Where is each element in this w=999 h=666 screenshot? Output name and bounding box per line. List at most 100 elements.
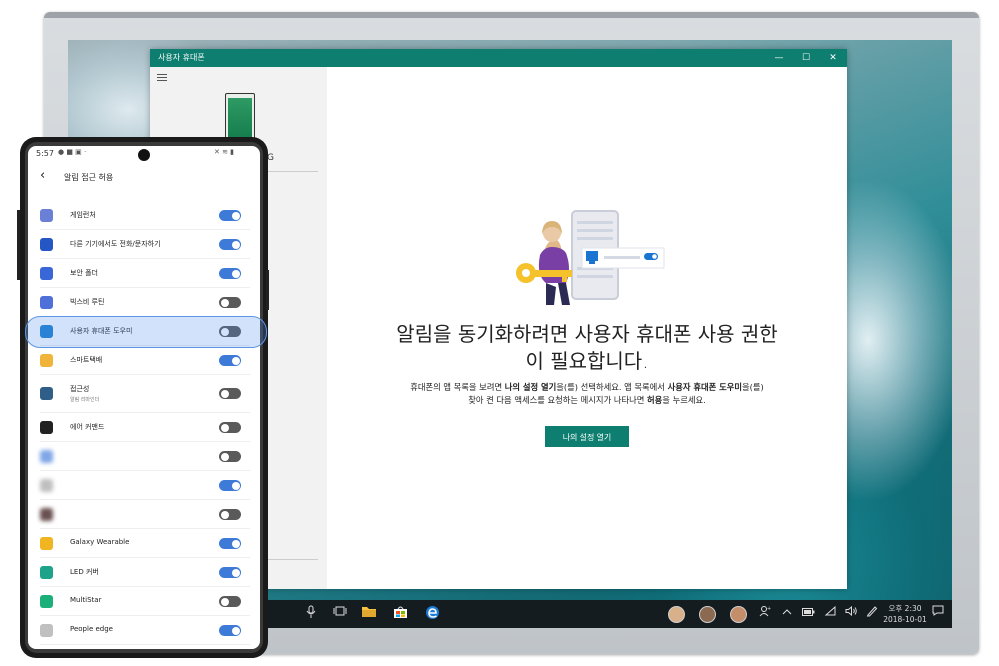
notification-access-row[interactable]: MultiStar (28, 587, 260, 616)
app-name: 스마트택배 (70, 356, 103, 364)
app-name: 게임런처 (70, 211, 96, 219)
notification-access-row[interactable]: 빅스비 루틴 (28, 288, 260, 317)
pen-icon[interactable] (865, 605, 879, 623)
toggle-knob (231, 240, 240, 249)
task-view-icon[interactable] (332, 605, 348, 623)
access-toggle[interactable] (219, 480, 241, 491)
mic-icon[interactable] (304, 605, 318, 623)
desc-text-2: 을(를) 선택하세요. 앱 목록에서 (556, 382, 668, 392)
contact-avatar-2[interactable] (699, 606, 716, 623)
hamburger-menu-icon[interactable] (157, 74, 167, 83)
status-time: 5:57 (36, 149, 54, 158)
access-toggle[interactable] (219, 388, 241, 399)
toggle-knob (220, 510, 229, 519)
toggle-knob (231, 211, 240, 220)
notification-access-row[interactable]: 접근성알림 리마인더 (28, 375, 260, 413)
taskbar-clock[interactable]: 오후 2:30 2018-10-01 (880, 603, 930, 625)
desc-bold-allow: 허용 (647, 395, 663, 405)
app-icon (40, 354, 53, 367)
desc-text-3: 을(를) (742, 382, 764, 392)
notification-access-row[interactable]: 보안 폴더 (28, 259, 260, 288)
notification-access-row[interactable]: LED 커버 (28, 558, 260, 587)
notification-access-row[interactable]: People edge (28, 616, 260, 645)
toggle-knob (231, 568, 240, 577)
app-name: LED 커버 (70, 568, 99, 576)
maximize-button[interactable]: ☐ (793, 49, 819, 67)
app-icon (40, 624, 53, 637)
toggle-knob (231, 269, 240, 278)
file-explorer-icon[interactable] (360, 605, 378, 623)
access-toggle[interactable] (219, 596, 241, 607)
access-toggle[interactable] (219, 297, 241, 308)
desc-bold-open-settings: 나의 설정 열기 (504, 382, 557, 392)
toggle-knob (231, 356, 240, 365)
app-name: People edge (70, 625, 113, 633)
app-titlebar[interactable]: 사용자 휴대폰 — ☐ ✕ (150, 49, 847, 67)
notification-access-row[interactable] (28, 471, 260, 500)
heading-line-2: 이 필요합니다. (525, 349, 649, 373)
notification-icon[interactable] (931, 605, 945, 623)
access-toggle[interactable] (219, 210, 241, 221)
status-signal-icons: ✕ ≋ ▮ (214, 148, 235, 156)
minimize-button[interactable]: — (766, 49, 792, 67)
notification-access-row[interactable] (28, 442, 260, 471)
access-toggle[interactable] (219, 451, 241, 462)
notification-access-row[interactable] (28, 500, 260, 529)
open-settings-button[interactable]: 나의 설정 열기 (545, 426, 629, 447)
wifi-icon[interactable] (823, 605, 837, 623)
desc-bold-companion: 사용자 휴대폰 도우미 (667, 382, 743, 392)
access-toggle[interactable] (219, 422, 241, 433)
app-icon (40, 508, 53, 521)
access-toggle[interactable] (219, 509, 241, 520)
android-phone-frame: 5:57 ● ■ ▣ · ✕ ≋ ▮ ‹ 알림 접근 허용 게임런처 다른 기기에… (20, 137, 268, 658)
app-name: 접근성 (70, 385, 90, 393)
edge-icon[interactable] (423, 605, 441, 623)
notification-access-row[interactable]: 에어 커맨드 (28, 413, 260, 442)
store-icon[interactable] (391, 605, 409, 623)
access-toggle[interactable] (219, 355, 241, 366)
app-icon (40, 566, 53, 579)
app-name: MultiStar (70, 596, 102, 604)
clock-date: 2018-10-01 (883, 615, 927, 624)
phone-page-title: 알림 접근 허용 (64, 173, 114, 182)
permission-description: 휴대폰의 앱 목록을 보려면 나의 설정 열기을(를) 선택하세요. 앱 목록에… (327, 381, 847, 407)
toggle-knob (220, 389, 229, 398)
app-name: 보안 폴더 (70, 269, 98, 277)
phone-screen: 5:57 ● ■ ▣ · ✕ ≋ ▮ ‹ 알림 접근 허용 게임런처 다른 기기에… (28, 146, 260, 649)
notification-access-row[interactable]: Galaxy Wearable (28, 529, 260, 558)
phone-header: ‹ 알림 접근 허용 (28, 168, 260, 190)
app-icon (40, 450, 53, 463)
chevron-up-icon[interactable] (781, 605, 793, 623)
contact-avatar-3[interactable] (730, 606, 747, 623)
toggle-knob (231, 481, 240, 490)
people-icon[interactable]: + (757, 605, 773, 623)
volume-icon[interactable] (844, 605, 858, 623)
app-subtitle: 알림 리마인더 (70, 397, 100, 403)
back-arrow-icon[interactable]: ‹ (40, 168, 45, 183)
permission-illustration (516, 210, 665, 305)
notification-access-row[interactable]: 게임런처 (28, 201, 260, 230)
notification-access-row[interactable]: 다른 기기에서도 전화/문자하기 (28, 230, 260, 259)
toggle-knob (231, 626, 240, 635)
desc-text-1: 휴대폰의 앱 목록을 보려면 (410, 382, 505, 392)
app-name: Galaxy Wearable (70, 538, 130, 546)
app-icon (40, 387, 53, 400)
contact-avatar-1[interactable] (668, 606, 685, 623)
access-toggle[interactable] (219, 268, 241, 279)
app-icon (40, 421, 53, 434)
app-icon (40, 595, 53, 608)
close-button[interactable]: ✕ (820, 49, 846, 67)
app-icon (40, 238, 53, 251)
desc-text-4: 찾아 켠 다음 액세스를 요청하는 메시지가 나타나면 (468, 395, 648, 405)
row-divider (40, 644, 250, 645)
battery-icon[interactable] (801, 605, 815, 623)
access-toggle[interactable] (219, 538, 241, 549)
app-title: 사용자 휴대폰 (158, 53, 205, 62)
clock-time: 오후 2:30 (888, 604, 922, 613)
access-toggle[interactable] (219, 625, 241, 636)
notification-access-row[interactable]: 스마트택배 (28, 346, 260, 375)
front-camera (138, 149, 150, 161)
heading-line-1: 알림을 동기화하려면 사용자 휴대폰 사용 권한 (396, 322, 778, 346)
access-toggle[interactable] (219, 567, 241, 578)
access-toggle[interactable] (219, 239, 241, 250)
